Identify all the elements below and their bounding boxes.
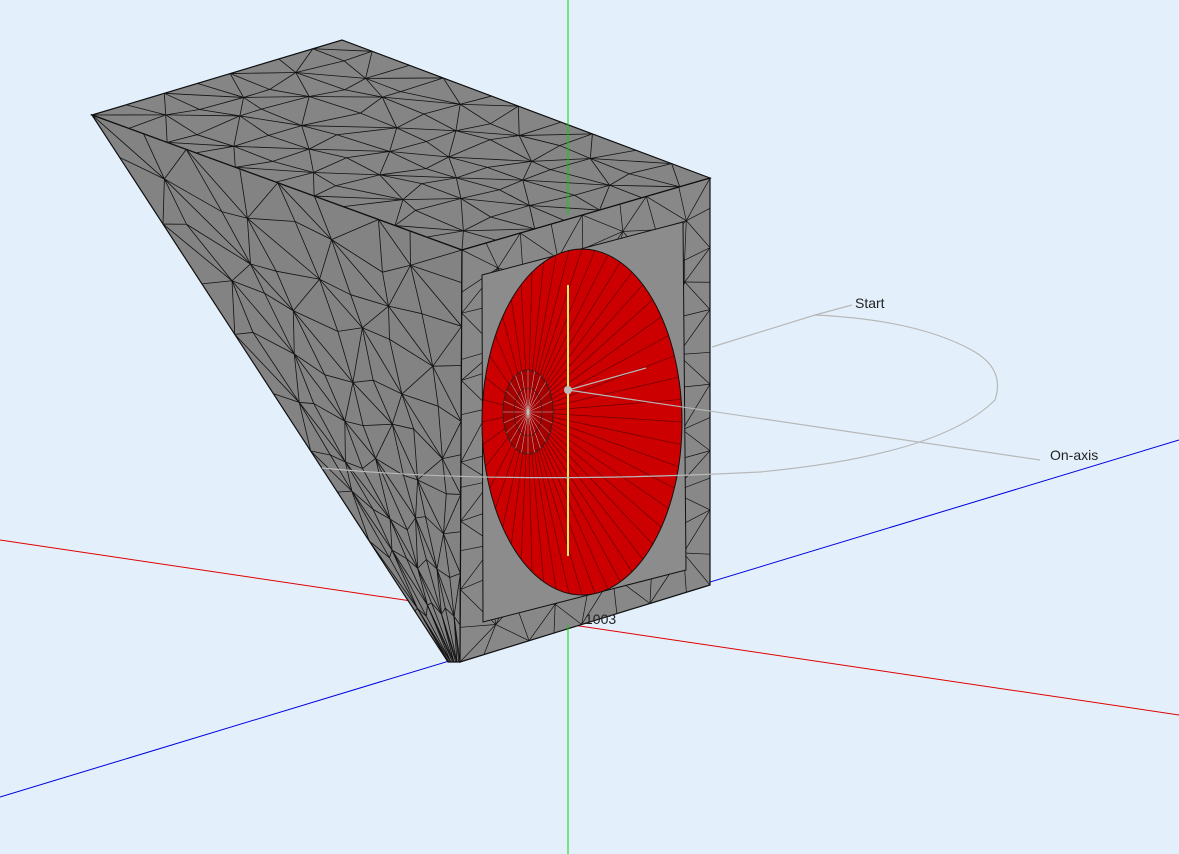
3d-viewport[interactable]: Start On-axis 1003 — [0, 0, 1179, 854]
mic-origin-point — [564, 386, 572, 394]
driver-cone[interactable] — [481, 248, 683, 596]
start-label: Start — [855, 295, 885, 311]
on-axis-label: On-axis — [1050, 447, 1098, 463]
node-id-label: 1003 — [585, 611, 616, 627]
